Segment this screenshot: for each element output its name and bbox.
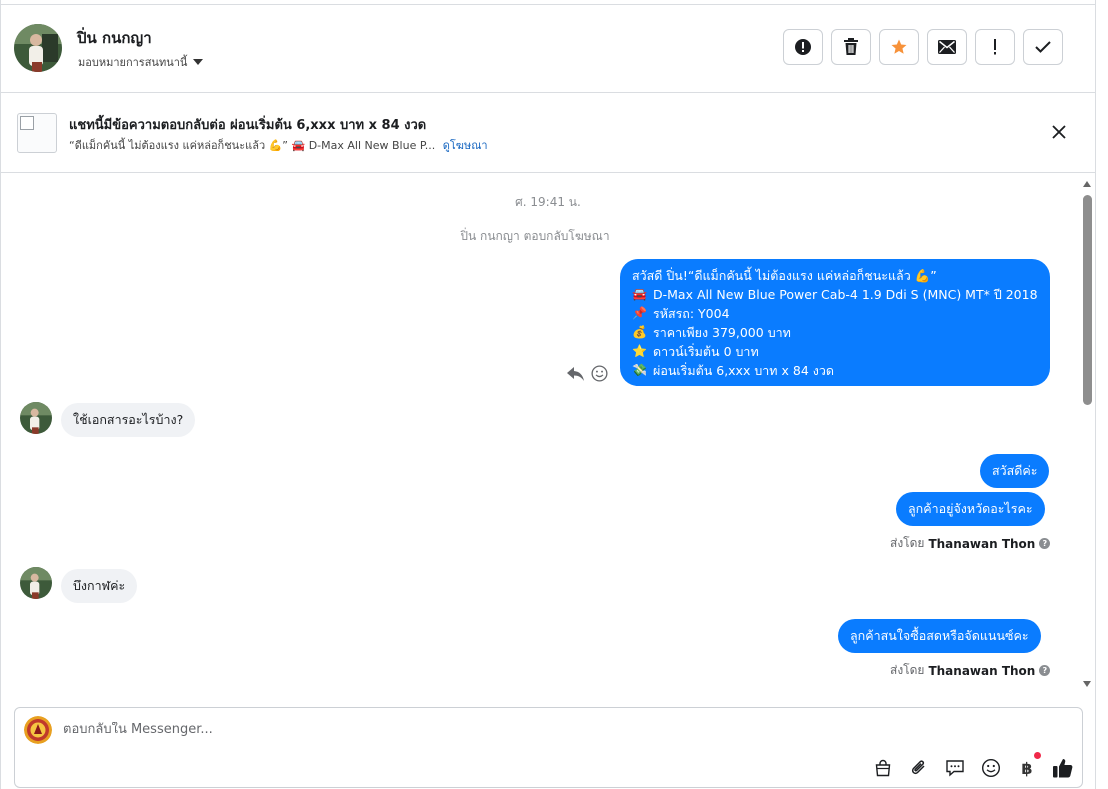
message-line: ⭐ ดาวน์เริ่มต้น 0 บาท <box>632 344 759 359</box>
contact-avatar-small[interactable] <box>20 402 52 434</box>
ad-subtitle: “ดีแม็กคันนี้ ไม่ต้องแรง แค่หล่อก็ชนะแล้… <box>69 136 488 154</box>
ad-auto-message: สวัสดี ปิ่น!“ดีแม็กคันนี้ ไม่ต้องแรง แค่… <box>620 259 1050 386</box>
message-line: 💸 ผ่อนเริ่มต้น 6,xxx บาท x 84 งวด <box>632 363 834 378</box>
message-line: สวัสดี ปิ่น!“ดีแม็กคันนี้ ไม่ต้องแรง แค่… <box>632 268 937 283</box>
assign-conversation-dropdown[interactable]: มอบหมายการสนทนานี้ <box>78 53 204 71</box>
checkmark-icon <box>1035 41 1051 53</box>
report-button[interactable] <box>783 29 823 65</box>
done-button[interactable] <box>1023 29 1063 65</box>
message-line: 📌 รหัสรถ: Y004 <box>632 306 730 321</box>
assign-label: มอบหมายการสนทนานี้ <box>78 56 188 69</box>
car-icon: 🚘 <box>632 287 647 301</box>
right-border <box>1095 0 1096 789</box>
conversation-header: ปิ่น กนกญา มอบหมายการสนทนานี้ <box>1 5 1095 93</box>
contact-name: ปิ่น กนกญา <box>77 29 152 47</box>
payment-baht-icon[interactable]: ฿ <box>1015 752 1041 780</box>
ad-title: แชทนี้มีข้อความตอบกลับต่อ ผ่อนเริ่มต้น 6… <box>69 118 427 133</box>
ad-subtitle-text: “ดีแม็กคันนี้ ไม่ต้องแรง แค่หล่อก็ชนะแล้… <box>69 139 436 152</box>
money-wings-icon: 💸 <box>632 363 647 377</box>
agent-name: Thanawan Thon <box>928 536 1036 551</box>
reply-input[interactable] <box>63 722 863 737</box>
scroll-down-arrow-icon[interactable] <box>1083 681 1091 687</box>
spam-button[interactable] <box>975 29 1015 65</box>
exclamation-icon <box>994 39 996 55</box>
incoming-message: ใช้เอกสารอะไรบ้าง? <box>61 403 196 437</box>
scroll-up-arrow-icon[interactable] <box>1083 181 1091 187</box>
messenger-window: ปิ่น กนกญา มอบหมายการสนทนานี้ แชทนี้มีข้… <box>0 0 1108 789</box>
emoji-react-icon[interactable] <box>591 365 608 382</box>
mark-unread-button[interactable] <box>927 29 967 65</box>
sent-by-note: ส่งโดย Thanawan Thon ? <box>890 661 1051 680</box>
pin-icon: 📌 <box>632 306 647 320</box>
close-icon[interactable] <box>1051 124 1067 140</box>
star-emoji-icon: ⭐ <box>632 344 647 358</box>
ad-reference-banner: แชทนี้มีข้อความตอบกลับต่อ ผ่อนเริ่มต้น 6… <box>1 93 1095 173</box>
money-bag-icon: 💰 <box>632 325 647 339</box>
header-actions <box>783 29 1063 65</box>
contact-avatar-small[interactable] <box>20 567 52 599</box>
view-ad-link[interactable]: ดูโฆษณา <box>443 139 488 152</box>
paperclip-icon[interactable] <box>907 756 931 780</box>
star-icon <box>891 39 907 54</box>
delete-button[interactable] <box>831 29 871 65</box>
alert-circle-icon <box>795 39 811 55</box>
outgoing-message: สวัสดีค่ะ <box>980 454 1050 488</box>
outgoing-message: ลูกค้าสนใจซื้อสดหรือจัดแนนซ์คะ <box>838 619 1041 653</box>
agent-name: Thanawan Thon <box>928 663 1036 678</box>
message-thread: ศ. 19:41 น. ปิ่น กนกญา ตอบกลับโฆษณา สวัส… <box>1 174 1095 695</box>
chevron-down-icon <box>193 59 204 65</box>
page-avatar <box>24 716 52 744</box>
saved-reply-icon[interactable] <box>943 756 967 780</box>
reply-icon[interactable] <box>567 366 585 381</box>
emoji-icon[interactable] <box>979 756 1003 780</box>
envelope-icon <box>938 40 956 54</box>
help-icon[interactable]: ? <box>1039 538 1051 549</box>
ad-thumbnail-image[interactable] <box>17 113 57 153</box>
shopping-bag-icon[interactable] <box>871 756 895 780</box>
contact-avatar[interactable] <box>14 24 62 72</box>
trash-icon <box>844 38 858 55</box>
thumbs-up-icon[interactable] <box>1051 756 1075 780</box>
star-button[interactable] <box>879 29 919 65</box>
message-timestamp: ศ. 19:41 น. <box>515 195 581 209</box>
help-icon[interactable]: ? <box>1039 665 1051 676</box>
message-line: 💰 ราคาเพียง 379,000 บาท <box>632 325 791 340</box>
composer-tools: ฿ <box>871 752 1075 780</box>
scrollbar-thumb[interactable] <box>1083 195 1092 405</box>
message-tools <box>567 365 608 382</box>
system-note: ปิ่น กนกญา ตอบกลับโฆษณา <box>460 229 610 243</box>
message-composer: ฿ <box>14 707 1083 788</box>
outgoing-message: ลูกค้าอยู่จังหวัดอะไรคะ <box>896 492 1045 526</box>
notification-dot <box>1034 752 1041 759</box>
incoming-message: บึงกาฬค่ะ <box>61 569 138 603</box>
message-line: 🚘 D-Max All New Blue Power Cab-4 1.9 Ddi … <box>632 287 1038 302</box>
sent-by-note: ส่งโดย Thanawan Thon ? <box>890 534 1051 553</box>
